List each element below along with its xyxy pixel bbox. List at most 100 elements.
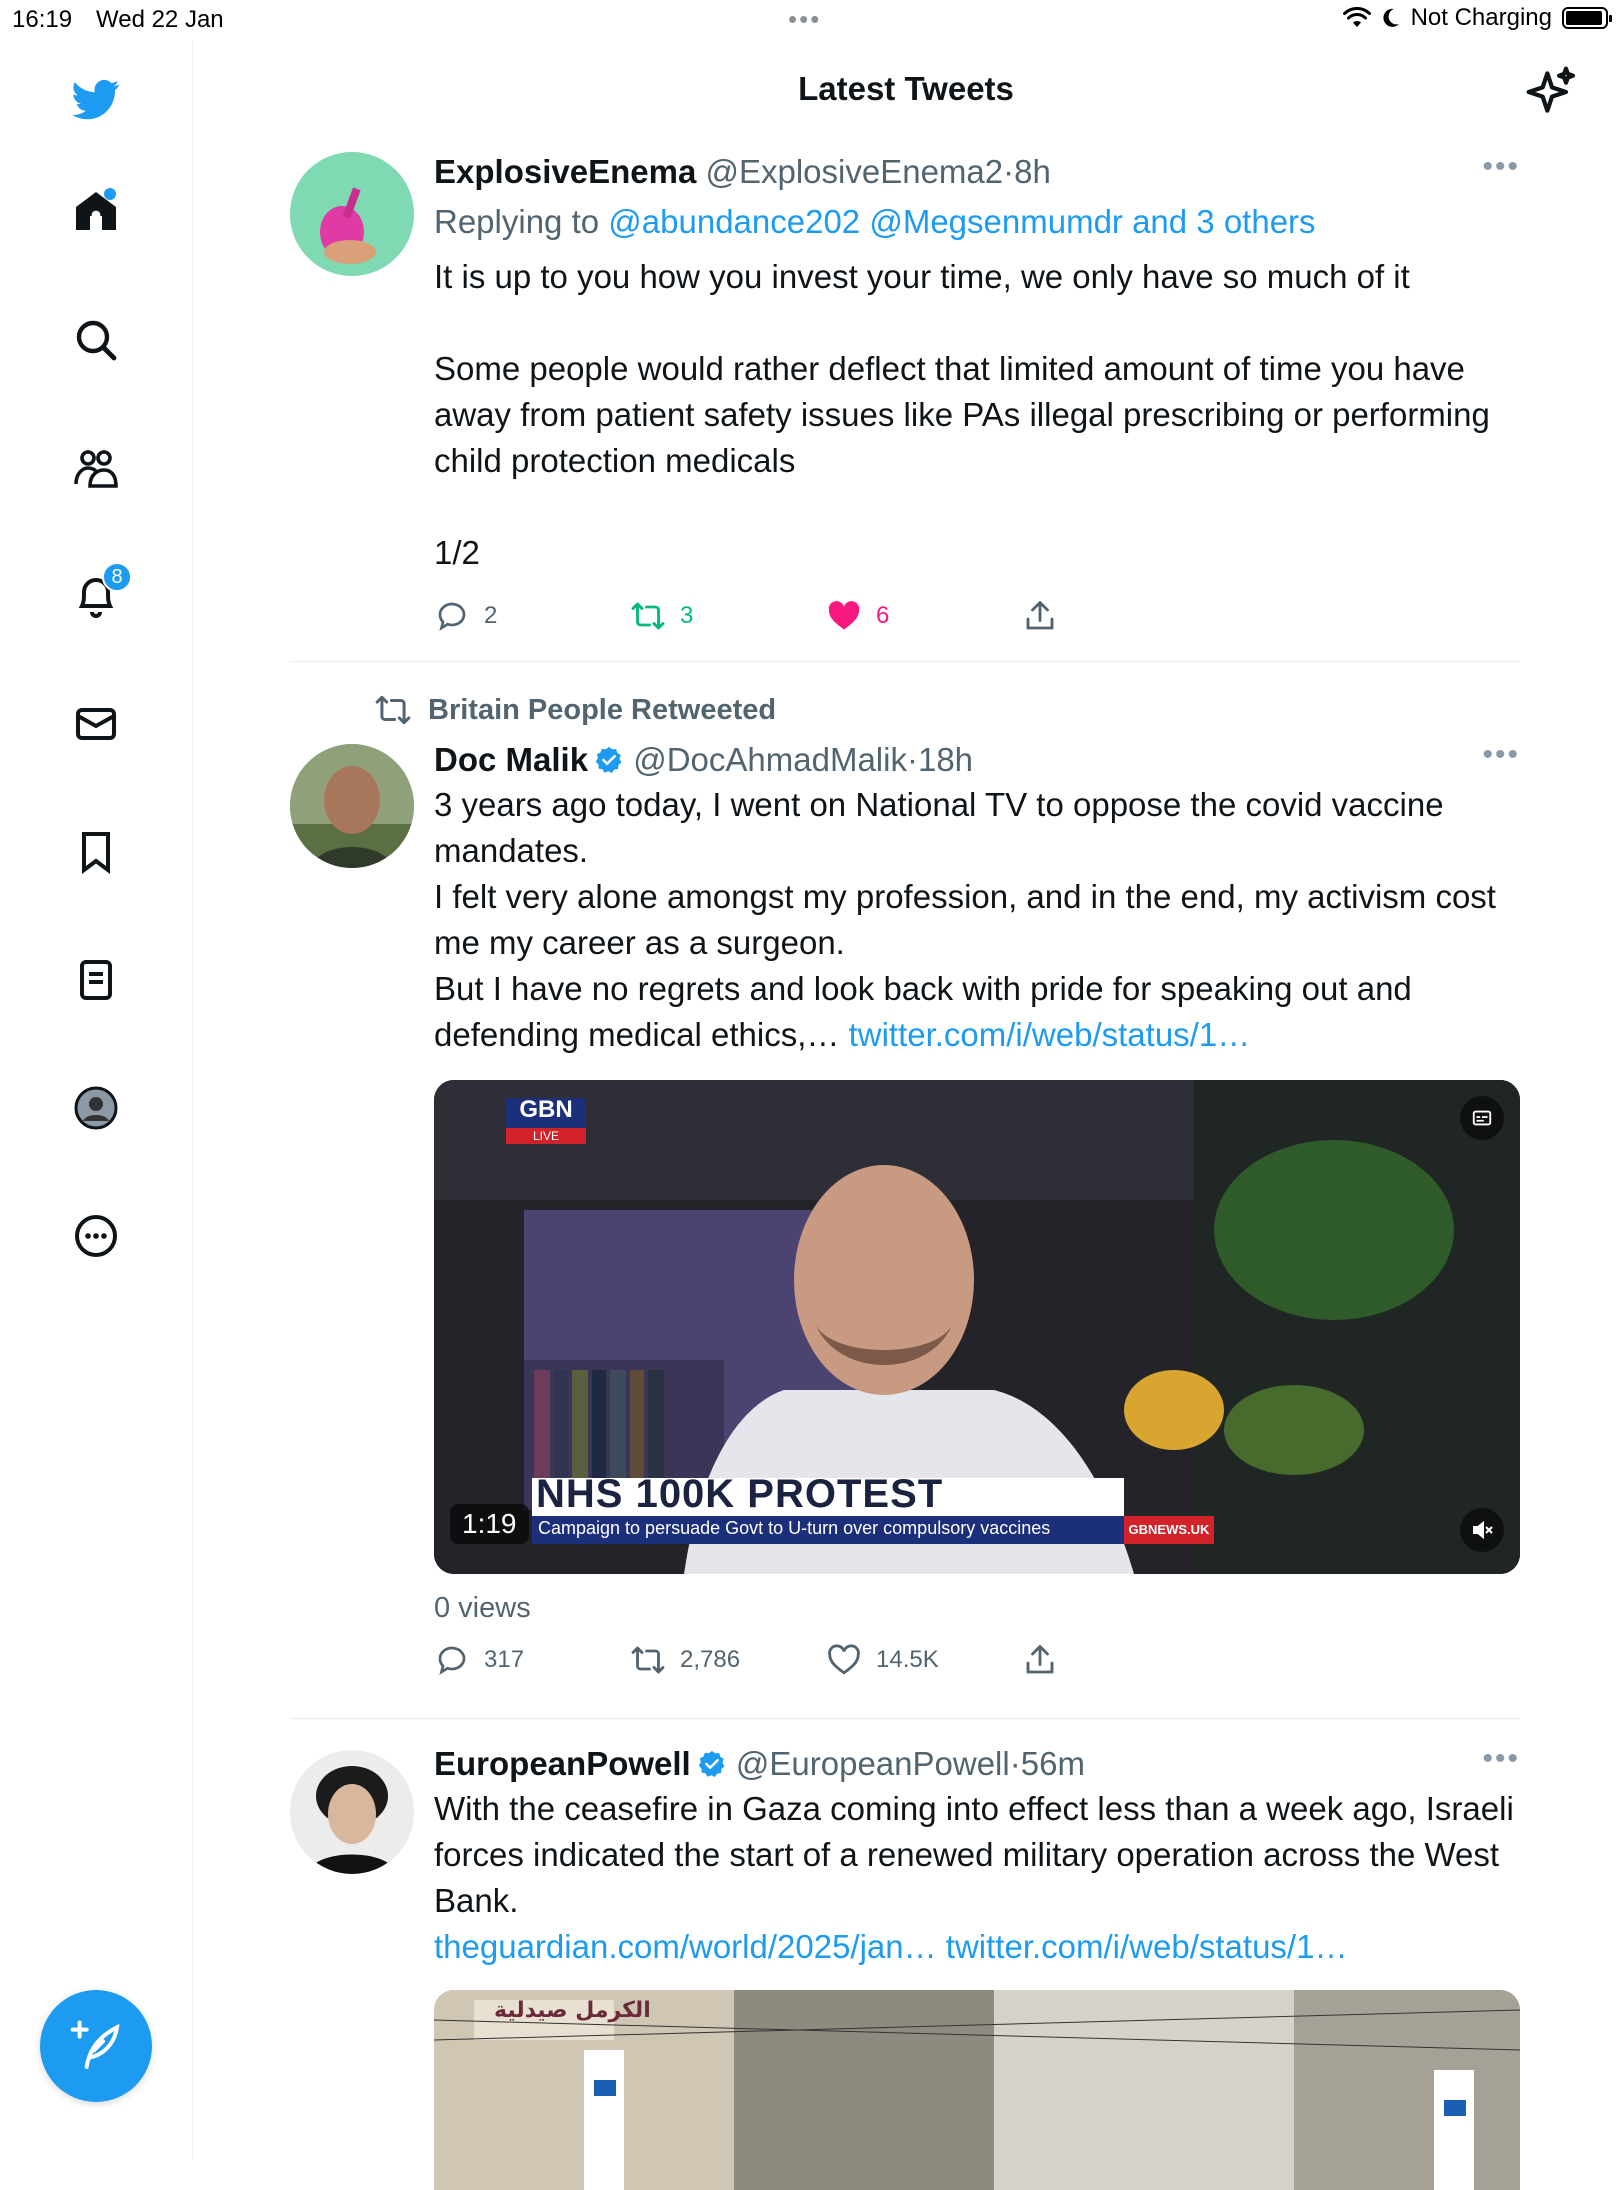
tweet-header: ExplosiveEnema @ExplosiveEnema2·8h xyxy=(434,150,1520,194)
reply-button[interactable]: 317 xyxy=(434,1642,524,1678)
tweet-text: 3 years ago today, I went on National TV… xyxy=(434,782,1520,1058)
tweet-time[interactable]: 8h xyxy=(1014,153,1051,190)
retweet-icon xyxy=(631,1646,665,1674)
tweet-text: With the ceasefire in Gaza coming into e… xyxy=(434,1790,1523,1919)
share-icon xyxy=(1026,1645,1054,1674)
reply-button[interactable]: 2 xyxy=(434,598,497,634)
reply-count: 317 xyxy=(484,1646,525,1673)
sidebar: 8 xyxy=(0,40,193,2160)
image-sign-text: الكرمل صيدلية xyxy=(494,1998,651,2023)
heart-icon xyxy=(828,1644,860,1675)
status-date: Wed 22 Jan xyxy=(96,6,224,33)
avatar[interactable] xyxy=(290,1750,414,1874)
search-icon[interactable] xyxy=(66,310,126,370)
divider xyxy=(290,1718,1520,1719)
captions-icon[interactable] xyxy=(1460,1096,1504,1140)
home-new-dot xyxy=(104,188,116,200)
battery-icon xyxy=(1562,7,1612,29)
home-icon[interactable] xyxy=(66,182,126,242)
people-icon[interactable] xyxy=(66,438,126,498)
retweet-icon xyxy=(375,695,411,725)
share-button[interactable] xyxy=(1022,1642,1058,1678)
meta-separator: · xyxy=(1009,1745,1021,1782)
wifi-icon xyxy=(1342,7,1371,27)
replying-prefix: Replying to xyxy=(434,203,600,240)
video-site: GBNEWS.UK xyxy=(1128,1522,1210,1537)
verified-badge-icon xyxy=(698,1750,725,1777)
share-icon xyxy=(1026,601,1054,630)
replying-to: Replying to @abundance202 @Megsenmumdr a… xyxy=(434,200,1520,244)
tweet-link[interactable]: twitter.com/i/web/status/1… xyxy=(849,1016,1251,1053)
tweet-header: EuropeanPowell @EuropeanPowell·56m xyxy=(434,1742,1520,1786)
video-subheadline: Campaign to persuade Govt to U-turn over… xyxy=(538,1518,1051,1538)
multitasking-dots[interactable]: ••• xyxy=(788,4,821,35)
retweet-count: 3 xyxy=(680,602,694,629)
video-live-label: LIVE xyxy=(532,1129,559,1143)
heart-filled-icon xyxy=(828,601,860,630)
more-circle-icon[interactable] xyxy=(66,1206,126,1266)
status-bar: 16:19 Wed 22 Jan ••• Not Charging xyxy=(0,0,1620,40)
tweet-text-body: 3 years ago today, I went on National TV… xyxy=(434,786,1496,1053)
bookmark-icon[interactable] xyxy=(66,822,126,882)
status-time: 16:19 xyxy=(12,6,73,33)
author-handle[interactable]: @DocAhmadMalik xyxy=(633,741,907,778)
tweet-image[interactable]: الكرمل صيدلية xyxy=(434,1990,1520,2190)
video-channel-logo: GBN xyxy=(519,1096,573,1123)
profile-icon[interactable] xyxy=(66,1078,126,1138)
status-right: Not Charging xyxy=(1342,4,1612,32)
compose-tweet-button[interactable] xyxy=(40,1990,152,2102)
author-handle[interactable]: @EuropeanPowell xyxy=(736,1745,1010,1782)
retweet-count: 2,786 xyxy=(680,1646,741,1673)
page-title: Latest Tweets xyxy=(798,70,1014,107)
retweeted-by: Britain People Retweeted xyxy=(374,688,776,732)
avatar[interactable] xyxy=(290,744,414,868)
view-count: 0 views xyxy=(434,1592,531,1624)
video-player[interactable]: GBN LIVE NHS 100K PROTEST Campaign to pe… xyxy=(434,1080,1520,1574)
share-button[interactable] xyxy=(1022,598,1058,634)
sparkle-icon[interactable] xyxy=(1524,64,1580,120)
mute-icon[interactable] xyxy=(1460,1508,1504,1552)
verified-badge-icon xyxy=(595,746,622,773)
battery-status-text: Not Charging xyxy=(1410,4,1552,31)
like-count: 14.5K xyxy=(876,1646,939,1673)
tweet-text: It is up to you how you invest your time… xyxy=(434,258,1490,571)
like-count: 6 xyxy=(876,602,890,629)
author-name[interactable]: EuropeanPowell xyxy=(434,1745,691,1782)
tweet-time[interactable]: 18h xyxy=(918,741,973,778)
tweet-actions: 2 3 6 xyxy=(434,598,1520,648)
bell-icon[interactable]: 8 xyxy=(66,562,132,626)
reply-icon xyxy=(438,602,466,631)
retweet-button[interactable]: 3 xyxy=(630,598,693,634)
replying-to-users[interactable]: @abundance202 @Megsenmumdr and 3 others xyxy=(608,203,1315,240)
author-handle[interactable]: @ExplosiveEnema2 xyxy=(705,153,1003,190)
retweeted-by-text[interactable]: Britain People Retweeted xyxy=(428,694,776,727)
tweet-links[interactable]: theguardian.com/world/2025/jan… twitter.… xyxy=(434,1924,1520,1970)
video-duration: 1:19 xyxy=(450,1504,529,1544)
more-options-icon[interactable]: ••• xyxy=(1482,738,1520,772)
meta-separator: · xyxy=(906,741,918,778)
tweet-header: Doc Malik @DocAhmadMalik·18h xyxy=(434,738,1520,782)
more-options-icon[interactable]: ••• xyxy=(1482,150,1520,184)
author-name[interactable]: ExplosiveEnema xyxy=(434,153,696,190)
reply-icon xyxy=(438,1646,466,1675)
notification-badge: 8 xyxy=(102,562,132,592)
like-button[interactable]: 6 xyxy=(826,598,889,634)
tweet-time[interactable]: 56m xyxy=(1021,1745,1085,1782)
author-name[interactable]: Doc Malik xyxy=(434,741,588,778)
compose-feather-icon xyxy=(70,2020,120,2069)
more-options-icon[interactable]: ••• xyxy=(1482,1742,1520,1776)
retweet-icon xyxy=(631,602,665,630)
mail-icon[interactable] xyxy=(66,694,126,754)
avatar[interactable] xyxy=(290,152,414,276)
list-icon[interactable] xyxy=(66,950,126,1010)
like-button[interactable]: 14.5K xyxy=(826,1642,939,1678)
meta-separator: · xyxy=(1003,153,1015,190)
timeline-header: Latest Tweets xyxy=(192,40,1620,140)
divider xyxy=(290,661,1520,662)
reply-count: 2 xyxy=(484,602,498,629)
retweet-button[interactable]: 2,786 xyxy=(630,1642,740,1678)
tweet-actions: 317 2,786 14.5K xyxy=(434,1642,1520,1692)
video-headline: NHS 100K PROTEST xyxy=(536,1472,944,1516)
twitter-logo-icon[interactable] xyxy=(66,68,126,128)
moon-icon xyxy=(1382,8,1399,27)
